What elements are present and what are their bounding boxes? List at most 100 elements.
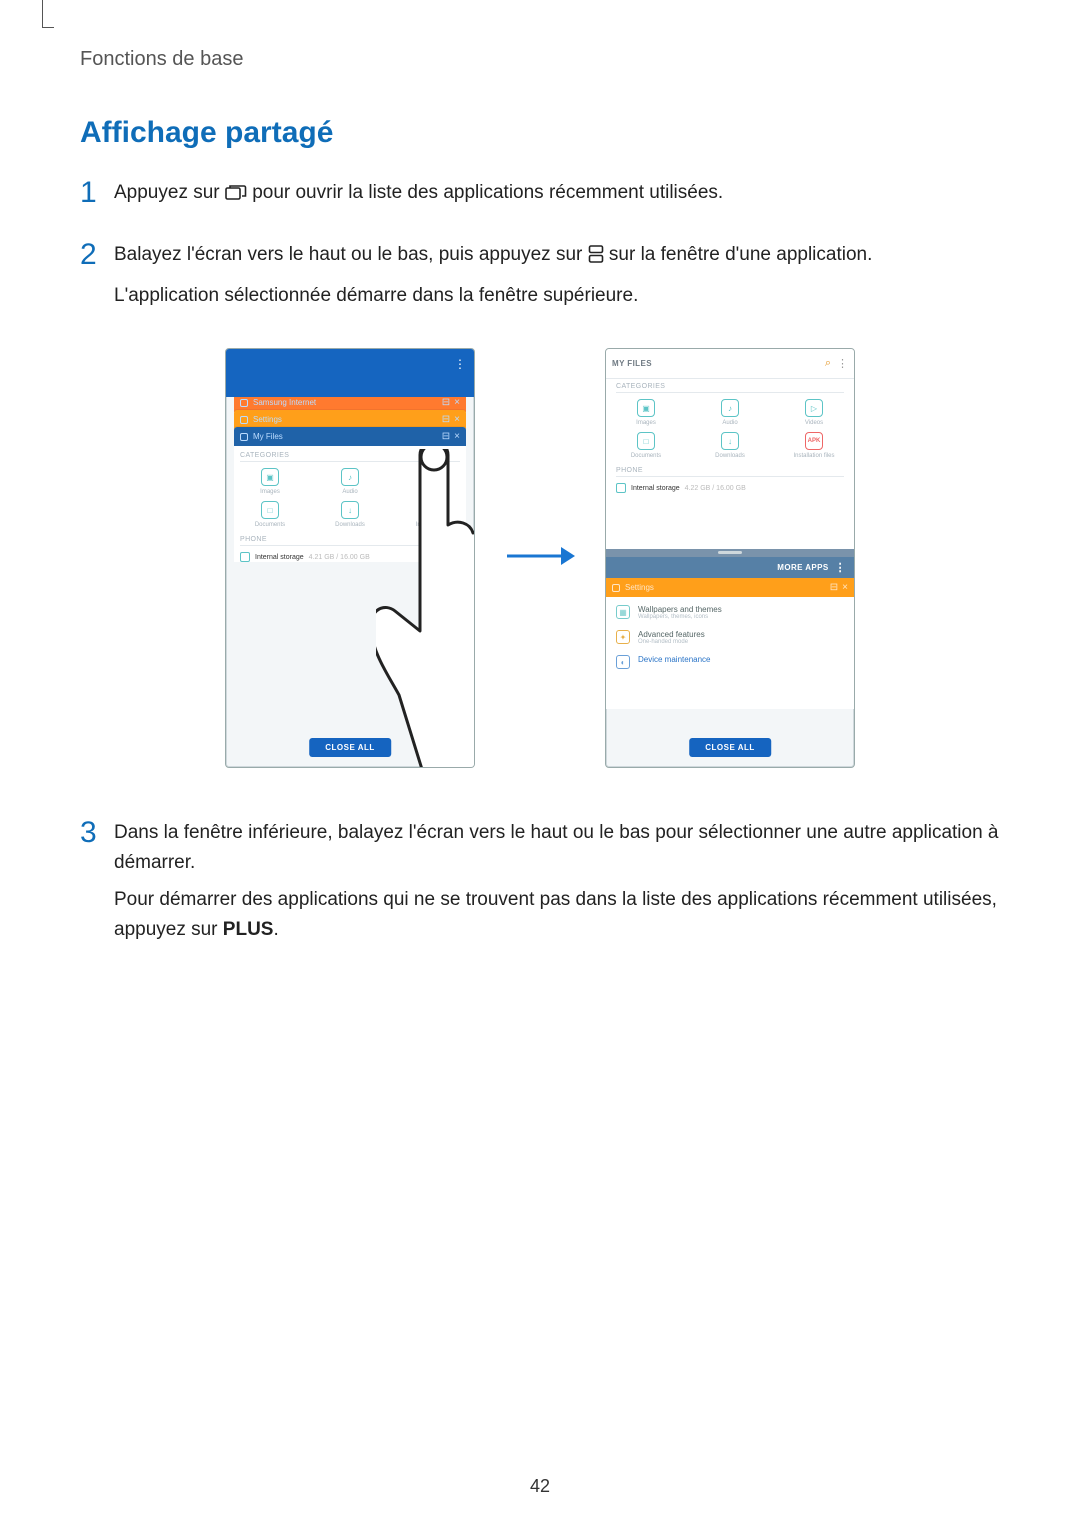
step-1: 1 Appuyez sur pour ouvrir la liste des a… (80, 178, 1000, 218)
close-all-button: CLOSE ALL (309, 738, 391, 757)
audio-icon: ♪ (721, 399, 739, 417)
phone-screenshot-right: MY FILES ⌕ ⋮ CATEGORIES ▣ Images ♪ Audio ▷… (605, 348, 855, 768)
images-icon: ▣ (261, 468, 279, 486)
title: MY FILES (612, 359, 825, 368)
label: Audio (342, 489, 357, 495)
label: Images (260, 489, 280, 495)
label: Videos (421, 489, 439, 495)
section-heading: Affichage partagé (80, 116, 1000, 150)
more-icon: ⋮ (454, 357, 466, 371)
label: Downloads (715, 453, 745, 459)
text: Appuyez sur (114, 182, 225, 203)
text: sur la fenêtre d'une application. (609, 244, 872, 265)
categories-label: CATEGORIES (616, 383, 844, 393)
storage-icon (616, 483, 626, 493)
manual-page: Fonctions de base Affichage partagé 1 Ap… (0, 0, 1080, 1527)
more-apps-bar: MORE APPS ⋮ (606, 557, 854, 578)
recent-card-3: My Files ⊟ × CATEGORIES ▣ Images ♪ Audio ▷… (234, 427, 466, 562)
app-icon (240, 433, 248, 441)
text: Balayez l'écran vers le haut ou le bas, … (114, 244, 588, 265)
storage-cap: 4.21 GB / 16.00 GB (309, 554, 370, 561)
phone2-titlebar: MY FILES ⌕ ⋮ (606, 349, 854, 379)
apk-icon: APK (421, 501, 439, 519)
label: Installation (416, 522, 445, 528)
row-title: Wallpapers and themes (638, 605, 722, 614)
row-sub: Wallpapers, themes, icons (638, 614, 722, 620)
step-2: 2 Balayez l'écran vers le haut ou le bas… (80, 240, 1000, 318)
wallpaper-icon: ▦ (616, 605, 630, 619)
phone-screenshot-left: ⋮ Samsung Internet ⊟ × Settings ⊟ (225, 348, 475, 768)
split-screen-icon (588, 243, 604, 272)
card-title: My Files (253, 432, 438, 441)
phone-label: PHONE (240, 536, 460, 546)
app-icon (612, 584, 620, 592)
label: Downloads (335, 522, 365, 528)
text: pour ouvrir la liste des applications ré… (252, 182, 723, 203)
arrow-right-icon (505, 544, 575, 573)
app-icon (240, 416, 248, 424)
lower-card-header: Settings ⊟ × (606, 578, 854, 597)
label: Audio (722, 420, 737, 426)
steps-list: 1 Appuyez sur pour ouvrir la liste des a… (80, 178, 1000, 318)
advanced-icon: ✦ (616, 630, 630, 644)
images-icon: ▣ (637, 399, 655, 417)
recents-icon (225, 181, 247, 210)
step-body: Dans la fenêtre inférieure, balayez l'éc… (114, 818, 1000, 952)
phone-label: PHONE (616, 467, 844, 477)
close-icon: × (454, 414, 460, 425)
label: Images (636, 420, 656, 426)
text: L'application sélectionnée démarre dans … (114, 281, 1000, 310)
step-number: 2 (80, 240, 114, 318)
close-icon: × (454, 397, 460, 408)
audio-icon: ♪ (341, 468, 359, 486)
phone1-topbar: ⋮ (226, 349, 474, 397)
step-number: 3 (80, 818, 114, 952)
row-title: Device maintenance (638, 655, 710, 664)
close-all-button: CLOSE ALL (689, 738, 771, 757)
step-number: 1 (80, 178, 114, 218)
more-icon: ⋮ (837, 357, 848, 370)
split-screen-icon: ⊟ (442, 431, 450, 442)
close-icon: × (842, 582, 848, 593)
card-title: Settings (625, 583, 826, 592)
split-screen-icon: ⊟ (442, 414, 450, 425)
row-sub: One-handed mode (638, 639, 705, 645)
label: Installation files (793, 453, 834, 459)
storage-text: Internal storage (255, 554, 304, 561)
text: Dans la fenêtre inférieure, balayez l'éc… (114, 818, 1000, 877)
step-body: Balayez l'écran vers le haut ou le bas, … (114, 240, 1000, 318)
figure-row: ⋮ Samsung Internet ⊟ × Settings ⊟ (80, 348, 1000, 768)
search-icon: ⌕ (825, 357, 831, 370)
downloads-icon: ↓ (721, 432, 739, 450)
categories-label: CATEGORIES (240, 452, 460, 462)
videos-icon: ▷ (805, 399, 823, 417)
tab-notch (42, 0, 54, 28)
storage-text: Internal storage (631, 485, 680, 492)
step-3: 3 Dans la fenêtre inférieure, balayez l'… (80, 818, 1000, 952)
storage-cap: 4.22 GB / 16.00 GB (685, 485, 746, 492)
apk-icon: APK (805, 432, 823, 450)
app-icon (240, 399, 248, 407)
split-divider (606, 549, 854, 557)
split-screen-icon: ⊟ (830, 582, 838, 593)
breadcrumb: Fonctions de base (80, 48, 1000, 71)
downloads-icon: ↓ (341, 501, 359, 519)
label: Videos (805, 420, 823, 426)
more-icon: ⋮ (835, 561, 846, 574)
documents-icon: □ (261, 501, 279, 519)
documents-icon: □ (637, 432, 655, 450)
text: . (273, 919, 278, 940)
page-number: 42 (530, 1476, 550, 1497)
close-icon: × (454, 431, 460, 442)
card-title: Samsung Internet (253, 398, 438, 407)
steps-list-cont: 3 Dans la fenêtre inférieure, balayez l'… (80, 818, 1000, 952)
step-body: Appuyez sur pour ouvrir la liste des app… (114, 178, 1000, 218)
storage-icon (240, 552, 250, 562)
split-screen-icon: ⊟ (442, 397, 450, 408)
more-apps-label: MORE APPS (777, 563, 828, 572)
videos-icon: ▷ (421, 468, 439, 486)
bold-text: PLUS (223, 919, 274, 940)
maintenance-icon: ◐ (616, 655, 630, 669)
card-title: Settings (253, 415, 438, 424)
row-title: Advanced features (638, 630, 705, 639)
